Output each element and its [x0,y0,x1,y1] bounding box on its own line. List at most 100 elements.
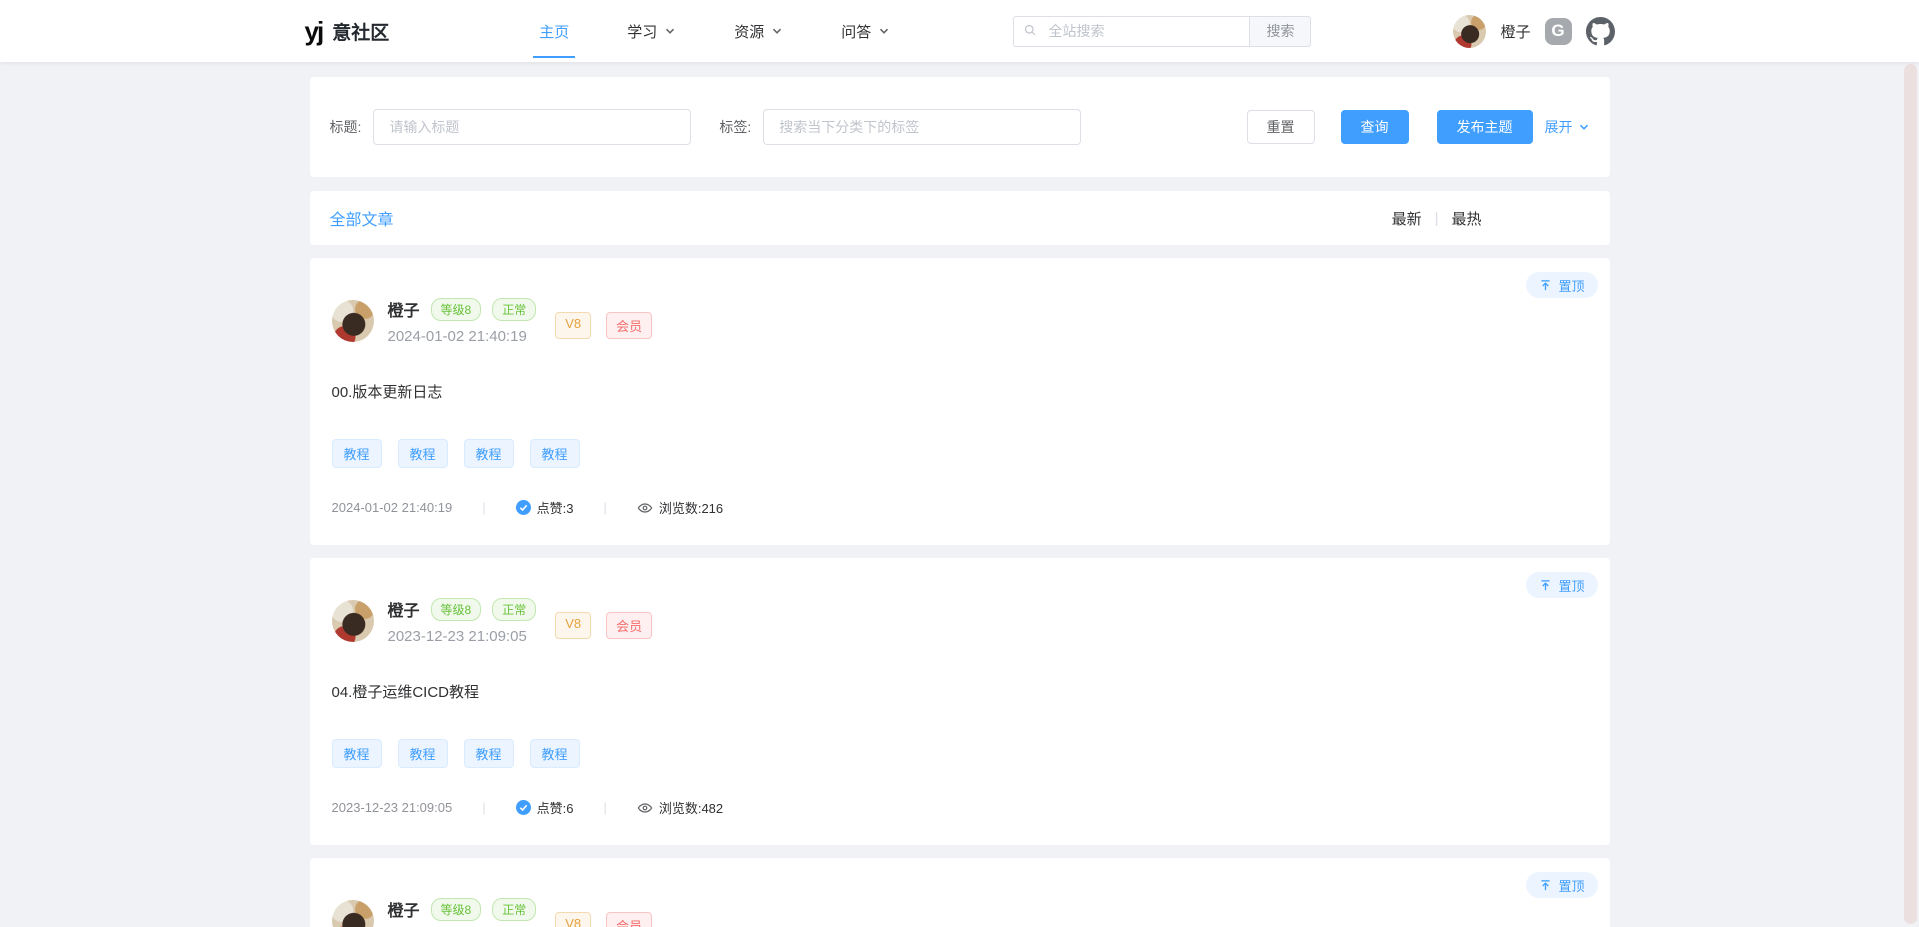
nav-item-label: 问答 [841,21,871,42]
user-name[interactable]: 橙子 [1500,21,1530,42]
arrow-to-top-icon [1539,279,1552,292]
tag-filter-input[interactable] [763,109,1081,145]
pin-label: 置顶 [1558,276,1584,295]
user-avatar[interactable] [1453,15,1486,48]
post-datetime: 2023-12-23 21:09:05 [388,628,537,645]
level-badge: 等级8 [431,898,482,921]
tag-filter-label: 标签: [719,117,751,137]
user-area: 橙子 G [1453,15,1614,48]
list-header: 全部文章 最新 | 最热 [310,191,1610,245]
views-label: 浏览数:482 [659,798,723,817]
title-filter-input[interactable] [373,109,691,145]
site-logo-icon: yj [305,18,323,44]
reset-button[interactable]: 重置 [1247,110,1315,144]
nav-item-label: 主页 [539,21,569,42]
level-badge: 等级8 [431,298,482,321]
gitee-icon[interactable]: G [1545,18,1572,45]
sort-options: 最新 | 最热 [1392,208,1482,229]
author-name[interactable]: 橙子 [388,297,420,321]
post-title[interactable]: 04.橙子运维CICD教程 [332,681,1588,702]
author-name[interactable]: 橙子 [388,897,420,921]
post-tag[interactable]: 教程 [464,739,514,768]
post-author-avatar[interactable] [332,300,374,342]
footer-separator: | [603,500,606,515]
post-tag[interactable]: 教程 [332,739,382,768]
top-header: yj 意社区 主页 学习 资源 问答 搜索 橙子 G [0,0,1919,62]
post-tag[interactable]: 教程 [332,439,382,468]
site-name: 意社区 [332,18,389,45]
sort-separator: | [1435,210,1439,227]
likes-count: 点赞:3 [516,498,574,517]
github-icon[interactable] [1586,17,1615,46]
eye-icon [637,800,653,816]
nav-item-label: 学习 [627,21,657,42]
footer-date: 2024-01-02 21:40:19 [332,500,453,515]
sort-newest[interactable]: 最新 [1392,208,1422,229]
pin-button[interactable]: 置顶 [1526,572,1597,598]
check-circle-icon [516,500,531,515]
pin-button[interactable]: 置顶 [1526,872,1597,898]
expand-toggle[interactable]: 展开 [1545,117,1590,137]
status-badge: 正常 [492,898,536,921]
post-tag[interactable]: 教程 [530,439,580,468]
post-footer: 2023-12-23 21:09:05 | 点赞:6 | 浏览数:482 [332,798,1588,817]
chevron-down-icon [664,25,676,37]
likes-label: 点赞:3 [537,498,574,517]
member-badge: 会员 [606,612,652,639]
post-author-avatar[interactable] [332,900,374,927]
pin-label: 置顶 [1558,876,1584,895]
post-tag[interactable]: 教程 [398,739,448,768]
nav-item[interactable]: 主页 [539,0,569,62]
query-button[interactable]: 查询 [1341,110,1409,144]
vip-badge: V8 [555,912,591,927]
site-brand[interactable]: yj 意社区 [305,18,390,45]
search-input[interactable] [1013,16,1249,47]
sort-hottest[interactable]: 最热 [1451,208,1481,229]
vip-tags: V8 会员 [555,312,652,339]
status-badge: 正常 [492,298,536,321]
post-list: 置顶 橙子 等级8 正常 2024-01-02 21:40:19 V8 会员 0… [310,258,1610,927]
post-tag[interactable]: 教程 [530,739,580,768]
global-search: 搜索 [1013,16,1311,47]
post-author-avatar[interactable] [332,600,374,642]
footer-separator: | [603,800,606,815]
vip-badge: V8 [555,312,591,339]
arrow-to-top-icon [1539,879,1552,892]
post-tag[interactable]: 教程 [464,439,514,468]
page-scrollbar[interactable] [1904,64,1917,924]
nav-item[interactable]: 学习 [627,0,676,62]
post-title[interactable]: 00.版本更新日志 [332,381,1588,402]
level-badge: 等级8 [431,598,482,621]
arrow-to-top-icon [1539,579,1552,592]
post-header: 橙子 等级8 正常 2023-12-23 21:09:05 V8 会员 [332,597,1588,645]
expand-label: 展开 [1545,117,1573,137]
post-card: 置顶 橙子 等级8 正常 2024-01-02 21:40:19 V8 会员 0… [310,258,1610,545]
eye-icon [637,500,653,516]
nav-item[interactable]: 资源 [734,0,783,62]
search-input-wrap [1013,16,1249,47]
nav-item-label: 资源 [734,21,764,42]
member-badge: 会员 [606,312,652,339]
views-count: 浏览数:216 [637,498,723,517]
vip-tags: V8 会员 [555,612,652,639]
post-tag[interactable]: 教程 [398,439,448,468]
search-button[interactable]: 搜索 [1249,16,1311,47]
check-circle-icon [516,800,531,815]
chevron-down-icon [1578,121,1590,133]
main-nav: 主页 学习 资源 问答 [539,0,890,62]
nav-item[interactable]: 问答 [841,0,890,62]
member-badge: 会员 [606,912,652,927]
title-filter-label: 标题: [330,117,362,137]
post-datetime: 2024-01-02 21:40:19 [388,328,537,345]
post-tags: 教程教程教程教程 [332,439,1588,468]
publish-topic-button[interactable]: 发布主题 [1437,110,1533,144]
vip-badge: V8 [555,612,591,639]
author-name[interactable]: 橙子 [388,597,420,621]
filter-bar: 标题: 标签: 重置 查询 发布主题 展开 [310,77,1610,177]
views-count: 浏览数:482 [637,798,723,817]
pin-button[interactable]: 置顶 [1526,272,1597,298]
footer-separator: | [482,500,485,515]
all-articles-tab[interactable]: 全部文章 [330,206,394,230]
pin-label: 置顶 [1558,576,1584,595]
search-icon [1024,24,1036,36]
